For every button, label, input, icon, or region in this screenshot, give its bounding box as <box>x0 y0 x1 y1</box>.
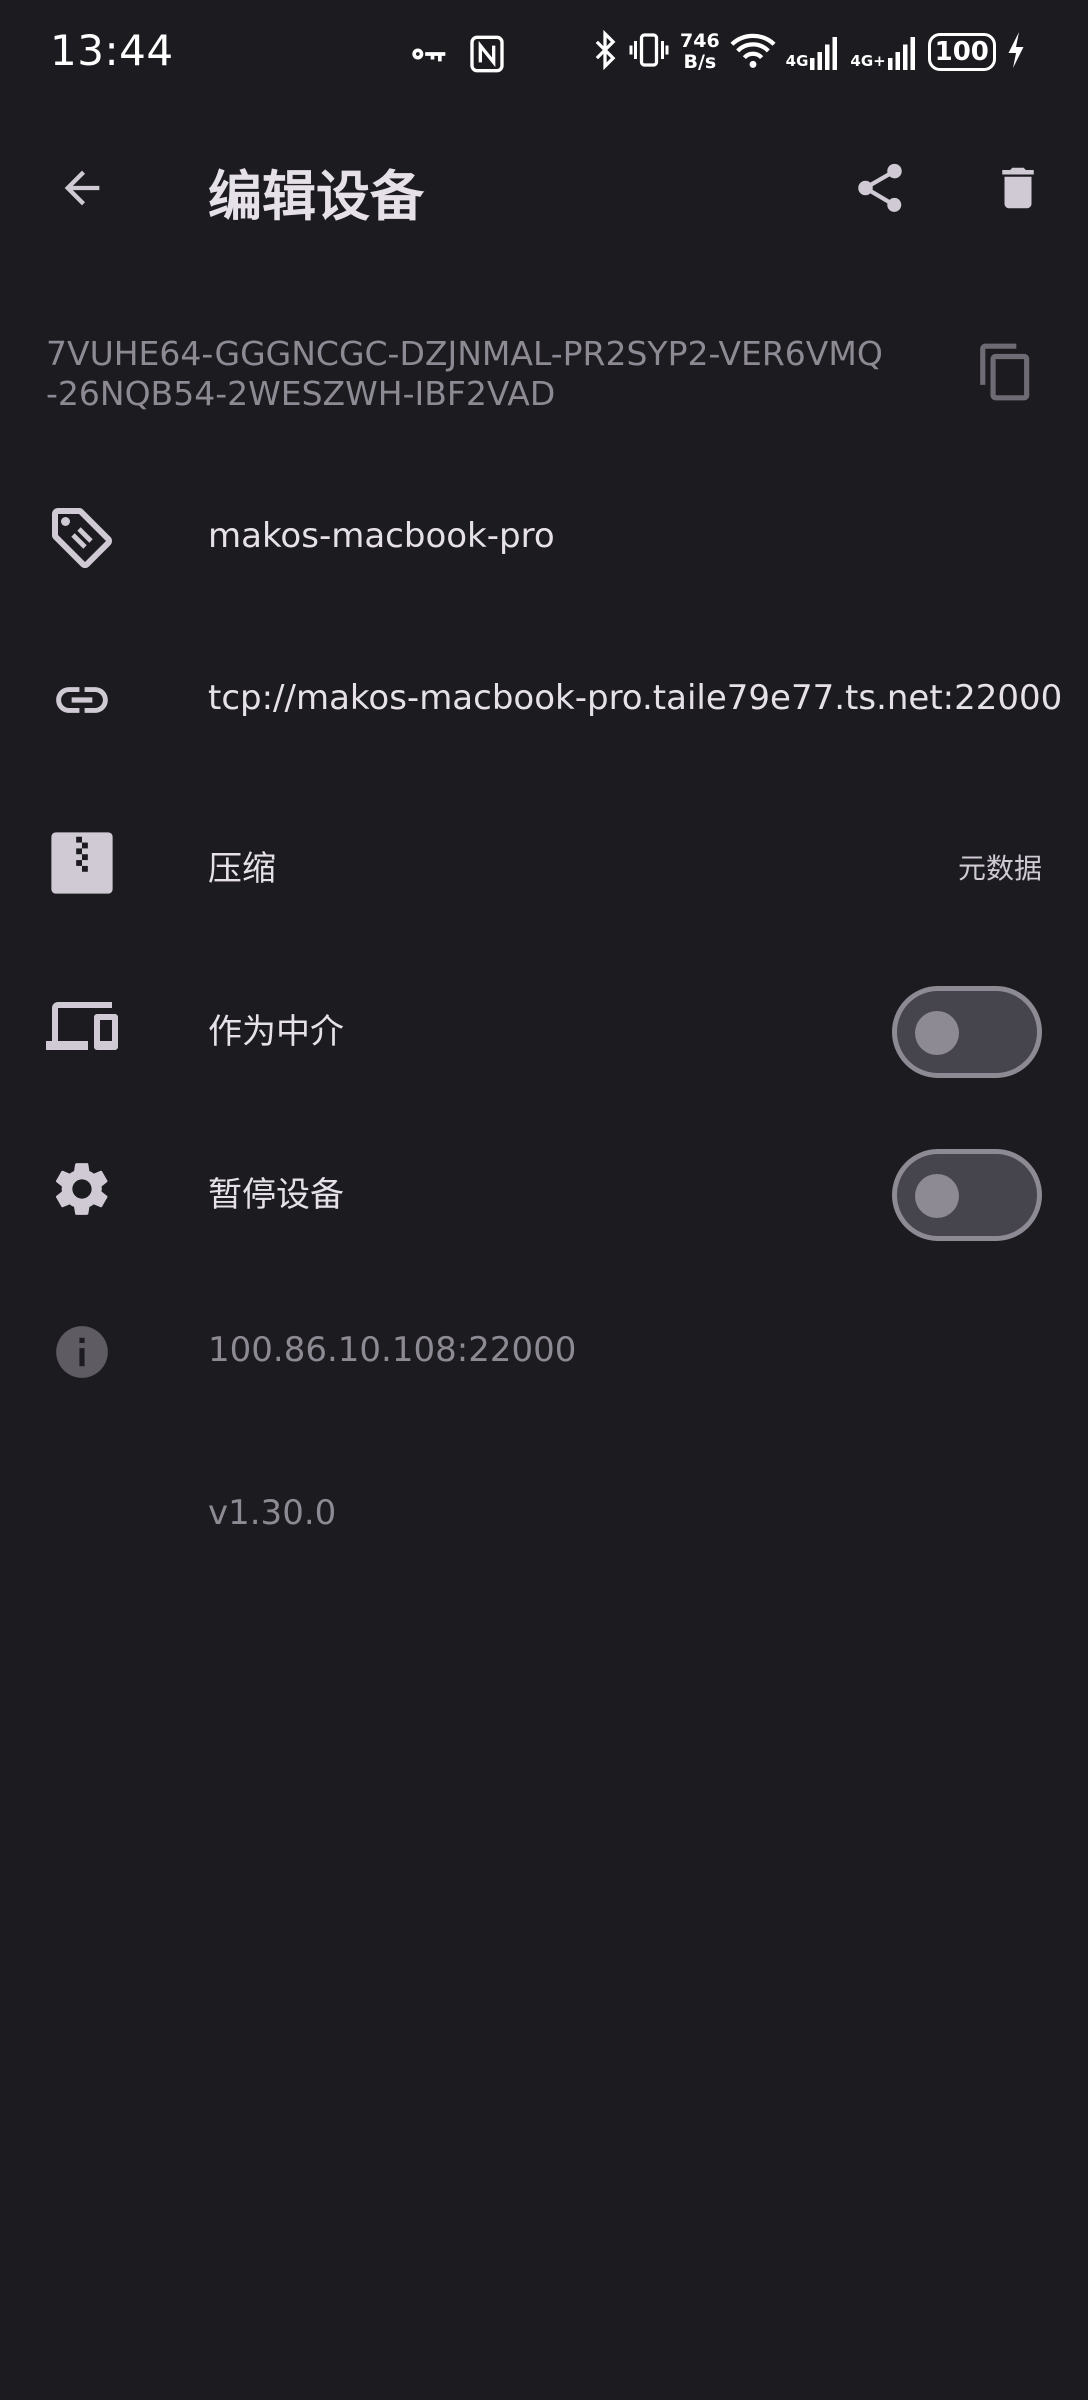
net-speed: 746 B/s <box>680 31 720 73</box>
battery-indicator: 100 <box>927 33 996 71</box>
status-time: 13:44 <box>50 26 174 75</box>
compression-row[interactable]: 压缩 元数据 <box>0 803 1088 923</box>
share-button[interactable] <box>842 152 918 228</box>
vibrate-icon <box>628 30 670 74</box>
bluetooth-icon <box>592 29 618 74</box>
address-row[interactable]: tcp://makos-macbook-pro.taile79e77.ts.ne… <box>0 640 1088 760</box>
status-icons-right: 746 B/s 4G 4G+ 100 <box>592 29 1026 74</box>
net-speed-unit: B/s <box>683 51 717 73</box>
page-title: 编辑设备 <box>208 165 424 228</box>
device-name-row[interactable]: makos-macbook-pro <box>0 478 1088 598</box>
status-bar: 13:44 746 B/s 4G 4G+ 100 <box>0 0 1088 112</box>
back-button[interactable] <box>44 152 120 228</box>
version-row: v1.30.0 <box>0 1455 1088 1575</box>
device-id: 7VUHE64-GGGNCGC-DZJNMAL-PR2SYP2-VER6VMQ … <box>46 334 906 414</box>
devices-icon <box>44 988 120 1064</box>
device-id-line2: -26NQB54-2WESZWH-IBF2VAD <box>46 374 556 413</box>
pause-device-toggle[interactable] <box>892 1149 1042 1241</box>
key-icon <box>405 32 449 80</box>
signal-sim2: 4G+ <box>850 34 917 70</box>
zip-icon <box>44 825 120 901</box>
tag-icon <box>44 500 120 576</box>
link-icon <box>44 662 120 738</box>
address-value: tcp://makos-macbook-pro.taile79e77.ts.ne… <box>208 678 1063 718</box>
introducer-row[interactable]: 作为中介 <box>0 966 1088 1086</box>
compression-label: 压缩 <box>208 849 276 889</box>
device-name-value: makos-macbook-pro <box>208 516 555 556</box>
sim2-label: 4G+ <box>850 52 886 70</box>
pause-device-row[interactable]: 暂停设备 <box>0 1129 1088 1249</box>
wifi-icon <box>730 30 776 74</box>
introducer-toggle-knob <box>915 1011 959 1055</box>
status-icons-mid <box>405 32 507 80</box>
charging-icon <box>1006 32 1026 72</box>
sim1-label: 4G <box>785 52 809 70</box>
connection-info-row: 100.86.10.108:22000 <box>0 1292 1088 1412</box>
trash-icon <box>991 161 1045 219</box>
copy-icon <box>975 341 1037 407</box>
version-value: v1.30.0 <box>208 1493 337 1533</box>
pause-device-toggle-knob <box>915 1174 959 1218</box>
net-speed-value: 746 <box>680 30 720 52</box>
arrow-left-icon <box>56 162 108 218</box>
signal-sim1: 4G <box>786 34 841 70</box>
introducer-toggle[interactable] <box>892 986 1042 1078</box>
nfc-icon <box>467 32 507 80</box>
pause-device-label: 暂停设备 <box>208 1175 344 1215</box>
compression-value: 元数据 <box>957 852 1042 885</box>
gear-icon <box>44 1151 120 1227</box>
share-icon <box>851 159 909 221</box>
info-icon <box>44 1314 120 1390</box>
device-id-line1: 7VUHE64-GGGNCGC-DZJNMAL-PR2SYP2-VER6VMQ <box>46 334 883 373</box>
introducer-label: 作为中介 <box>208 1012 344 1052</box>
copy-id-button[interactable] <box>968 336 1044 412</box>
connection-address-value: 100.86.10.108:22000 <box>208 1330 577 1370</box>
delete-button[interactable] <box>980 152 1056 228</box>
